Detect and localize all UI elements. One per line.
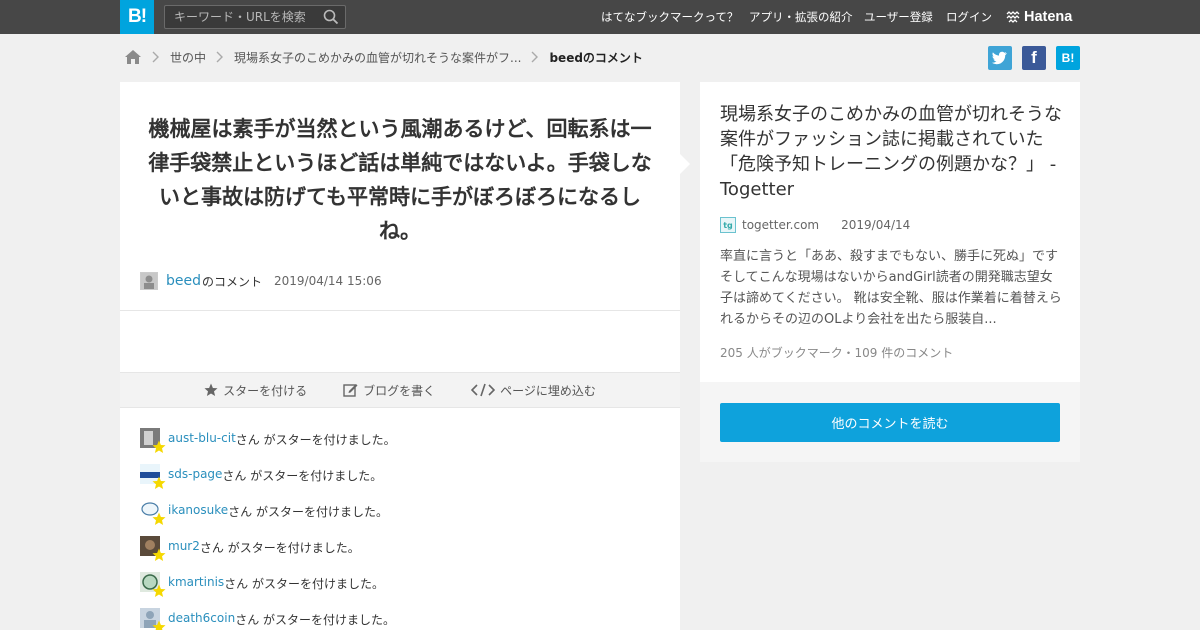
breadcrumb: 世の中 現場系女子のこめかみの血管が切れそうな案件がフ... beedのコメント bbox=[124, 46, 643, 68]
add-star-label: スターを付ける bbox=[223, 383, 308, 398]
chevron-right-icon bbox=[531, 51, 539, 63]
write-blog-label: ブログを書く bbox=[363, 383, 436, 398]
list-item: sds-page さん がスターを付けました。 bbox=[140, 464, 660, 500]
star-icon bbox=[152, 512, 166, 525]
write-blog-button[interactable]: ブログを書く bbox=[343, 382, 435, 399]
nav-register[interactable]: ユーザー登録 bbox=[864, 0, 933, 34]
home-icon[interactable] bbox=[124, 49, 142, 65]
star-username[interactable]: mur2 bbox=[168, 539, 200, 553]
star-icon bbox=[152, 584, 166, 597]
star-icon bbox=[152, 620, 166, 630]
avatar[interactable] bbox=[140, 500, 166, 525]
star-message: さん がスターを付けました。 bbox=[228, 505, 388, 519]
entry-title[interactable]: 現場系女子のこめかみの血管が切れそうな案件がファッション誌に掲載されていた「危険… bbox=[720, 102, 1062, 202]
avatar[interactable] bbox=[140, 608, 166, 630]
embed-label: ページに埋め込む bbox=[500, 383, 596, 398]
nav-login[interactable]: ログイン bbox=[946, 0, 992, 34]
avatar[interactable] bbox=[140, 572, 166, 597]
entry-description: 率直に言うと「ああ、殺すまでもない、勝手に死ぬ」ですそしてこんな現場はないからa… bbox=[720, 249, 1062, 327]
edit-icon bbox=[343, 384, 358, 397]
search-input[interactable] bbox=[165, 6, 315, 28]
avatar[interactable] bbox=[140, 272, 158, 290]
chevron-right-icon bbox=[216, 51, 224, 63]
hatena-brand-link[interactable]: Hatena bbox=[1006, 8, 1072, 26]
avatar[interactable] bbox=[140, 536, 166, 561]
list-item: kmartinis さん がスターを付けました。 bbox=[140, 572, 660, 608]
star-message: さん がスターを付けました。 bbox=[199, 541, 360, 555]
hatena-brand-text: Hatena bbox=[1024, 9, 1073, 25]
action-bar: スターを付ける ブログを書く ページに埋め込む bbox=[120, 372, 680, 408]
star-username[interactable]: aust-blu-cit bbox=[168, 431, 236, 445]
hatena-logo-icon bbox=[1006, 11, 1020, 23]
comment-username[interactable]: beed bbox=[166, 273, 201, 289]
comment-text: 機械屋は素手が当然という風潮あるけど、回転系は一律手袋禁止というほど話は単純では… bbox=[148, 117, 652, 243]
togetter-favicon-icon: tg bbox=[720, 217, 736, 233]
star-icon bbox=[152, 440, 166, 453]
twitter-share-button[interactable] bbox=[988, 46, 1012, 70]
chevron-right-icon bbox=[152, 51, 159, 63]
star-username[interactable]: sds-page bbox=[168, 467, 222, 481]
star-icon bbox=[204, 383, 218, 396]
facebook-share-button[interactable]: f bbox=[1022, 46, 1046, 70]
avatar[interactable] bbox=[140, 464, 166, 489]
user-avatar-icon bbox=[141, 273, 157, 289]
avatar[interactable] bbox=[140, 428, 166, 453]
nav-about[interactable]: はてなブックマークって？ bbox=[601, 0, 738, 34]
entry-date: 2019/04/14 bbox=[841, 218, 911, 232]
list-item: mur2 さん がスターを付けました。 bbox=[140, 536, 660, 572]
comment-date: 2019/04/14 15:06 bbox=[274, 274, 382, 288]
embed-button[interactable]: ページに埋め込む bbox=[471, 382, 596, 399]
list-item: aust-blu-cit さん がスターを付けました。 bbox=[140, 428, 660, 464]
star-message: さん がスターを付けました。 bbox=[235, 433, 396, 447]
breadcrumb-item-category[interactable]: 世の中 bbox=[170, 49, 206, 66]
search-box[interactable] bbox=[164, 5, 346, 29]
star-message: さん がスターを付けました。 bbox=[235, 613, 396, 627]
star-message: さん がスターを付けました。 bbox=[224, 577, 384, 591]
divider bbox=[120, 310, 680, 311]
breadcrumb-current: beedのコメント bbox=[549, 50, 643, 65]
nav-apps[interactable]: アプリ・拡張の紹介 bbox=[749, 0, 853, 34]
star-username[interactable]: kmartinis bbox=[168, 575, 224, 589]
comment-meta: beed のコメント 2019/04/14 15:06 bbox=[140, 270, 382, 292]
entry-source: tg togetter.com 2019/04/14 bbox=[720, 215, 910, 235]
twitter-bird-icon bbox=[992, 51, 1007, 65]
star-message: さん がスターを付けました。 bbox=[222, 469, 383, 483]
list-item: ikanosuke さん がスターを付けました。 bbox=[140, 500, 660, 536]
entry-counts[interactable]: 205 人がブックマーク・109 件のコメント bbox=[720, 344, 953, 361]
star-username[interactable]: death6coin bbox=[168, 611, 235, 625]
card-pointer bbox=[680, 154, 690, 174]
star-icon bbox=[152, 548, 166, 561]
search-icon[interactable] bbox=[323, 9, 339, 25]
list-item: death6coin さん がスターを付けました。 bbox=[140, 608, 660, 630]
entry-site[interactable]: togetter.com bbox=[742, 218, 819, 232]
comment-label: のコメント bbox=[202, 274, 263, 289]
code-icon bbox=[471, 383, 496, 397]
read-other-comments-button[interactable]: 他のコメントを読む bbox=[720, 403, 1060, 442]
add-star-button[interactable]: スターを付ける bbox=[204, 382, 307, 399]
breadcrumb-item-entry[interactable]: 現場系女子のこめかみの血管が切れそうな案件がフ... bbox=[234, 49, 521, 66]
star-list: aust-blu-cit さん がスターを付けました。 sds-page さん がス… bbox=[140, 428, 660, 630]
star-username[interactable]: ikanosuke bbox=[168, 503, 228, 517]
star-icon bbox=[152, 476, 166, 489]
hatena-bookmark-share-button[interactable]: B! bbox=[1056, 46, 1080, 70]
hatena-bookmark-logo[interactable]: B! bbox=[120, 0, 154, 34]
